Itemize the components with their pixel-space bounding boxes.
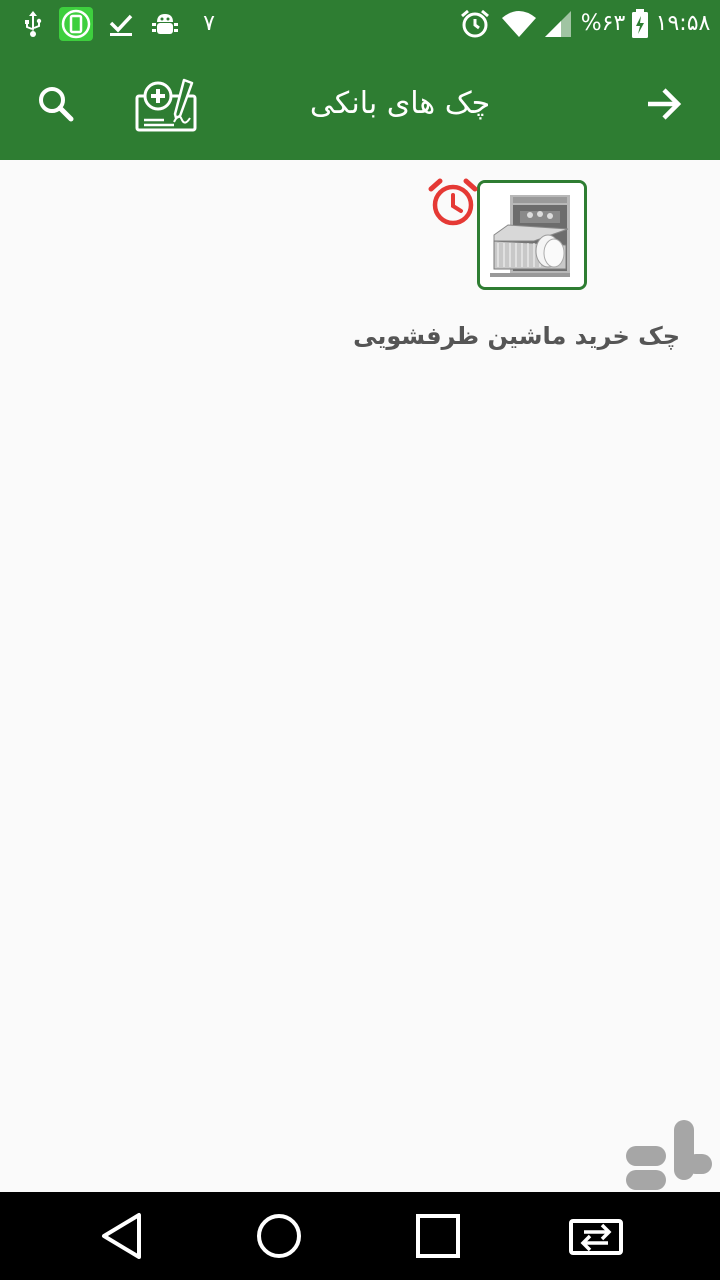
android-debug-icon xyxy=(150,8,180,40)
dishwasher-image xyxy=(480,183,584,287)
alarm-status-icon xyxy=(458,8,492,40)
usb-icon xyxy=(18,8,48,40)
nav-recents-button[interactable] xyxy=(408,1206,468,1266)
screen-switch-icon xyxy=(569,1219,623,1255)
back-button[interactable] xyxy=(636,78,692,130)
screen: ۷ %۶۳ ۱۹:۵۸ چک های بانکی چک خرید ماشین ظ… xyxy=(0,0,720,1280)
nav-switch-button[interactable] xyxy=(566,1206,626,1266)
nav-back-button[interactable] xyxy=(92,1206,152,1266)
triangle-back-icon xyxy=(102,1213,141,1259)
circle-home-icon xyxy=(257,1214,301,1258)
square-recents-icon xyxy=(416,1214,460,1258)
add-check-icon xyxy=(135,78,197,132)
download-done-icon xyxy=(106,8,136,40)
wifi-icon xyxy=(500,8,538,40)
status-bar: ۷ %۶۳ ۱۹:۵۸ xyxy=(0,0,720,48)
battery-percent: %۶۳ xyxy=(580,11,626,36)
checks-grid: چک خرید ماشین ظرفشویی xyxy=(0,160,720,1192)
reminder-alarm-icon xyxy=(428,178,478,228)
notification-count: ۷ xyxy=(203,11,215,36)
page-title: چک های بانکی xyxy=(309,86,491,121)
search-button[interactable] xyxy=(30,78,82,130)
nav-home-button[interactable] xyxy=(249,1206,309,1266)
check-thumbnail xyxy=(477,180,587,290)
system-nav-bar xyxy=(0,1192,720,1280)
battery-charging-icon xyxy=(630,8,650,40)
arrow-forward-icon xyxy=(648,88,682,120)
check-title: چک خرید ماشین ظرفشویی xyxy=(353,322,680,350)
search-icon xyxy=(39,87,74,122)
status-time: ۱۹:۵۸ xyxy=(655,11,711,36)
app-bar: چک های بانکی xyxy=(0,48,720,160)
signal-icon xyxy=(542,8,574,40)
add-check-button[interactable] xyxy=(132,72,204,136)
check-item[interactable]: چک خرید ماشین ظرفشویی xyxy=(353,176,690,350)
screen-mirror-icon xyxy=(58,7,94,41)
